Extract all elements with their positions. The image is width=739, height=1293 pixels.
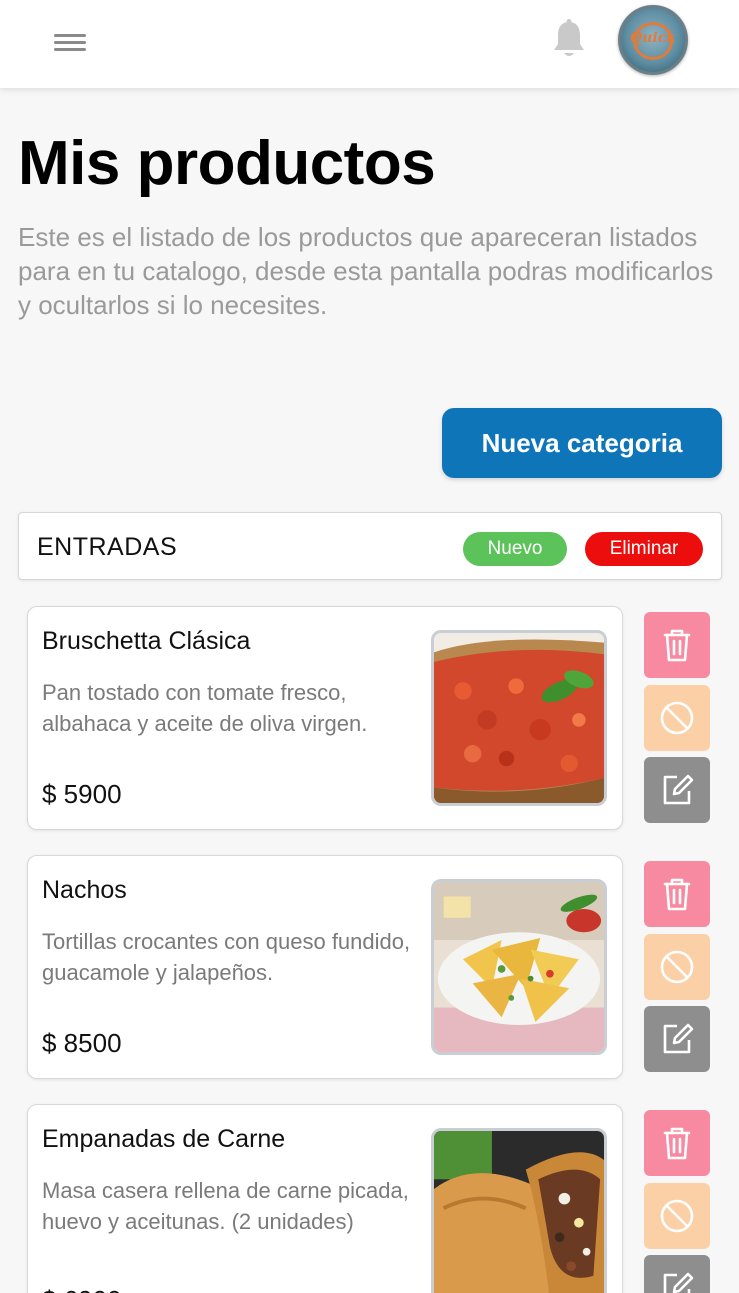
product-name: Empanadas de Carne xyxy=(42,1125,286,1153)
product-photo xyxy=(431,630,607,806)
trash-icon xyxy=(663,1127,691,1160)
delete-product-button[interactable] xyxy=(644,1110,710,1176)
product-name: Nachos xyxy=(42,876,127,904)
new-category-button[interactable]: Nueva categoria xyxy=(442,408,722,478)
page-description: Este es el listado de los productos que … xyxy=(18,222,714,320)
trash-icon xyxy=(663,629,691,662)
hide-product-button[interactable] xyxy=(644,1183,710,1249)
product-card[interactable]: Nachos Tortillas crocantes con queso fun… xyxy=(27,855,623,1079)
ban-icon xyxy=(660,950,694,984)
top-app-bar: Quick xyxy=(0,0,739,88)
edit-icon xyxy=(663,1023,694,1054)
avatar-logo-text: Quick xyxy=(630,30,676,46)
edit-icon xyxy=(663,774,694,805)
delete-category-button[interactable]: Eliminar xyxy=(585,532,703,566)
hamburger-menu-icon[interactable] xyxy=(54,32,88,54)
product-name: Bruschetta Clásica xyxy=(42,627,251,655)
edit-product-button[interactable] xyxy=(644,1255,710,1293)
product-price: $ 8500 xyxy=(42,1028,122,1058)
product-card[interactable]: Empanadas de Carne Masa casera rellena d… xyxy=(27,1104,623,1293)
ban-icon xyxy=(660,1199,694,1233)
page-title: Mis productos xyxy=(18,129,436,198)
edit-product-button[interactable] xyxy=(644,757,710,823)
product-price: $ 6900 xyxy=(42,1285,122,1293)
product-photo xyxy=(431,1128,607,1293)
product-description: Masa casera rellena de carne picada, hue… xyxy=(42,1178,409,1234)
product-description: Tortillas crocantes con queso fundido, g… xyxy=(42,929,411,985)
new-product-button[interactable]: Nuevo xyxy=(463,532,567,566)
bell-icon[interactable] xyxy=(550,18,588,60)
delete-product-button[interactable] xyxy=(644,861,710,927)
avatar[interactable]: Quick xyxy=(618,5,688,75)
trash-icon xyxy=(663,878,691,911)
ban-icon xyxy=(660,701,694,735)
product-price: $ 5900 xyxy=(42,779,122,809)
category-header: ENTRADAS Nuevo Eliminar xyxy=(18,512,722,580)
edit-product-button[interactable] xyxy=(644,1006,710,1072)
hide-product-button[interactable] xyxy=(644,934,710,1000)
hide-product-button[interactable] xyxy=(644,685,710,751)
product-description: Pan tostado con tomate fresco, albahaca … xyxy=(42,680,368,736)
product-card[interactable]: Bruschetta Clásica Pan tostado con tomat… xyxy=(27,606,623,830)
category-name: ENTRADAS xyxy=(37,533,178,561)
product-photo xyxy=(431,879,607,1055)
delete-product-button[interactable] xyxy=(644,612,710,678)
edit-icon xyxy=(663,1272,694,1293)
